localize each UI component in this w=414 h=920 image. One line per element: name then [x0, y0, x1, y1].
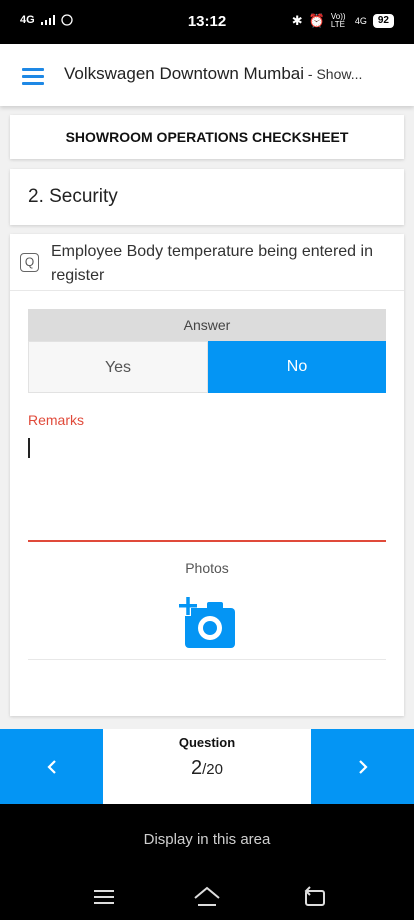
bottom-area: Display in this area [0, 804, 414, 920]
alarm-icon: ⏰ [308, 13, 325, 28]
volte-icon: Vo)) LTE [330, 12, 346, 29]
app-header: Volkswagen Downtown Mumbai - Show... [0, 44, 414, 106]
question-navigator: Question 2/20 [0, 729, 414, 804]
remarks-label: Remarks [28, 412, 85, 428]
status-bar: 4G 13:12 ✱ ⏰ Vo)) LTE 4G 92 [0, 0, 414, 44]
menu-icon[interactable] [90, 882, 120, 912]
question-card: Q Employee Body temperature being entere… [10, 234, 404, 716]
remarks-input[interactable] [28, 432, 386, 542]
page-title: Volkswagen Downtown Mumbai - Show... [64, 64, 404, 84]
home-icon[interactable] [192, 882, 222, 912]
chevron-left-icon [46, 759, 56, 774]
previous-question-button[interactable] [0, 729, 103, 804]
battery-icon: 92 [372, 14, 394, 28]
checksheet-title: SHOWROOM OPERATIONS CHECKSHEET [10, 115, 404, 159]
question-counter: Question 2/20 [103, 729, 311, 804]
hamburger-menu-icon[interactable] [22, 68, 44, 85]
status-right: ✱ ⏰ Vo)) LTE 4G 92 [292, 13, 394, 29]
system-navigation-bar [0, 882, 414, 912]
photos-label: Photos [185, 560, 229, 576]
question-counter-value: 2/20 [103, 757, 311, 780]
divider [28, 659, 386, 660]
add-photo-camera-icon[interactable] [177, 596, 237, 650]
answer-block: Answer Yes No [28, 309, 386, 393]
chevron-right-icon [358, 759, 368, 774]
question-text: Employee Body temperature being entered … [51, 243, 373, 284]
answer-options: Yes No [28, 341, 386, 393]
question-counter-label: Question [178, 735, 236, 750]
bluetooth-icon: ✱ [291, 13, 303, 28]
back-icon[interactable] [300, 882, 330, 912]
answer-yes-button[interactable]: Yes [28, 341, 208, 393]
text-caret [28, 438, 30, 458]
divider [10, 290, 404, 291]
current-question-number: 2 [191, 757, 203, 779]
next-question-button[interactable] [311, 729, 414, 804]
answer-no-button[interactable]: No [208, 341, 386, 393]
question-icon: Q [20, 253, 39, 272]
answer-header: Answer [28, 309, 386, 341]
display-area-text: Display in this area [143, 831, 271, 848]
page-title-sub: - Show... [304, 66, 363, 82]
section-title: 2. Security [10, 169, 404, 225]
signal-4g-icon: 4G [354, 16, 367, 26]
total-questions: /20 [202, 761, 223, 778]
page-title-main: Volkswagen Downtown Mumbai [64, 64, 305, 83]
